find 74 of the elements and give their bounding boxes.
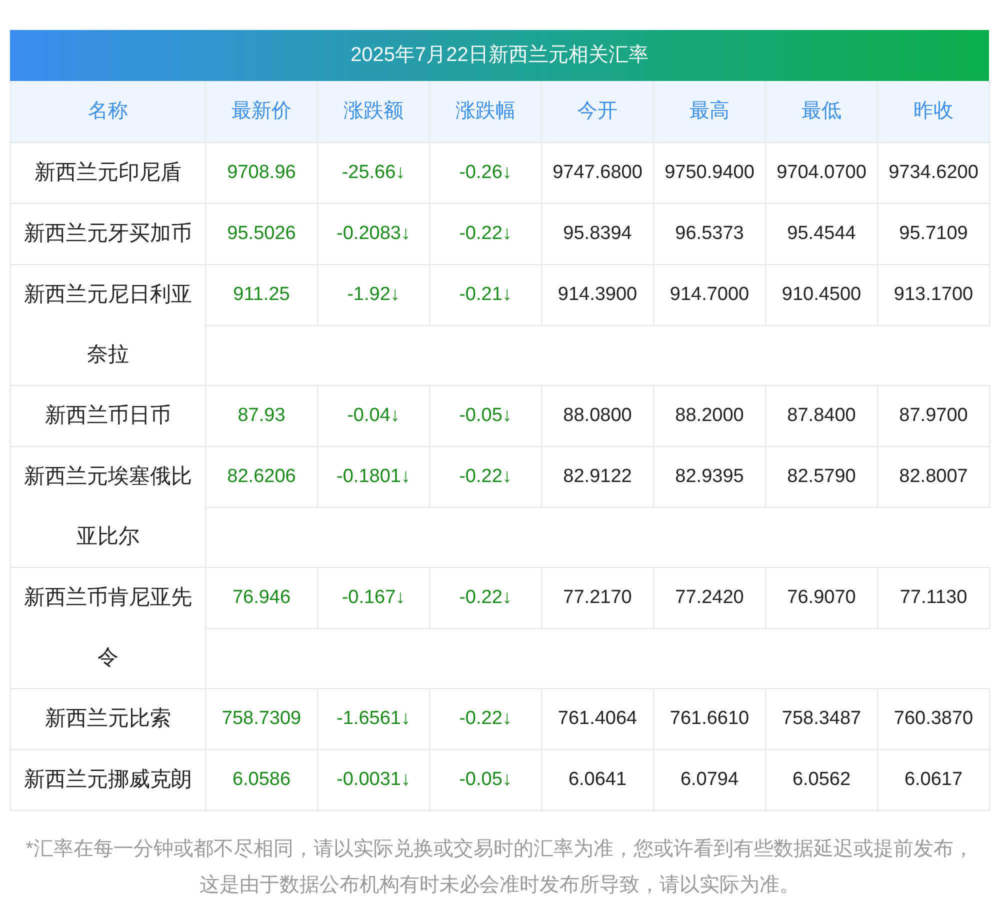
column-header: 最高 — [654, 81, 766, 143]
column-header: 名称 — [11, 81, 206, 143]
footnote: *汇率在每一分钟或都不尽相同，请以实际兑换或交易时的汇率为准，您或许看到有些数据延迟或提前发布，这是由于数据公布机构有时未必会准时发布所导致，请以实际为准。 — [24, 837, 974, 898]
column-header: 昨收 — [878, 81, 990, 143]
table-cell: 88.2000 — [654, 386, 766, 447]
table-cell: -1.92↓ — [318, 265, 430, 326]
table-cell: 6.0641 — [542, 750, 654, 811]
table-cell: 9750.9400 — [654, 143, 766, 204]
table-title: 2025年7月22日新西兰元相关汇率 — [10, 30, 989, 81]
table-cell: -0.22↓ — [430, 689, 542, 750]
table-cell: 910.4500 — [766, 265, 878, 326]
table-cell: -0.22↓ — [430, 447, 542, 508]
table-cell: -1.6561↓ — [318, 689, 430, 750]
table-cell: 913.1700 — [878, 265, 990, 326]
table-cell: 95.5026 — [206, 204, 318, 265]
table-cell: 911.25 — [206, 265, 318, 326]
table-cell: -0.05↓ — [430, 386, 542, 447]
table-cell: 新西兰元印尼盾 — [11, 143, 206, 204]
table-cell: -0.0031↓ — [318, 750, 430, 811]
table-cell: -0.22↓ — [430, 568, 542, 629]
table-cell: 6.0586 — [206, 750, 318, 811]
table-cell: 新西兰元牙买加币 — [11, 204, 206, 265]
table-cell: -0.1801↓ — [318, 447, 430, 508]
table-cell: 95.4544 — [766, 204, 878, 265]
table-cell: 82.5790 — [766, 447, 878, 508]
table-cell: 6.0562 — [766, 750, 878, 811]
table-cell: 758.7309 — [206, 689, 318, 750]
table-cell: 96.5373 — [654, 204, 766, 265]
table-cell: 新西兰元比索 — [11, 689, 206, 750]
table-cell: 914.7000 — [654, 265, 766, 326]
table-cell: -0.167↓ — [318, 568, 430, 629]
table-cell: 914.3900 — [542, 265, 654, 326]
table-cell: 76.946 — [206, 568, 318, 629]
table-cell: 82.8007 — [878, 447, 990, 508]
table-cell: 82.9395 — [654, 447, 766, 508]
table-cell: 6.0794 — [654, 750, 766, 811]
table-cell: 758.3487 — [766, 689, 878, 750]
table-cell: 95.8394 — [542, 204, 654, 265]
table-cell: 87.8400 — [766, 386, 878, 447]
table-cell: 新西兰币肯尼亚先令 — [11, 568, 206, 689]
column-header: 今开 — [542, 81, 654, 143]
table-cell: 82.6206 — [206, 447, 318, 508]
column-header: 最低 — [766, 81, 878, 143]
table-cell: 新西兰元尼日利亚奈拉 — [11, 265, 206, 386]
table-cell: -0.21↓ — [430, 265, 542, 326]
table-cell: 760.3870 — [878, 689, 990, 750]
table-cell: 77.1130 — [878, 568, 990, 629]
table-cell: -0.04↓ — [318, 386, 430, 447]
column-header: 涨跌幅 — [430, 81, 542, 143]
table-cell: 新西兰元埃塞俄比亚比尔 — [11, 447, 206, 568]
table-cell: 77.2420 — [654, 568, 766, 629]
table-cell: 9704.0700 — [766, 143, 878, 204]
table-cell: 82.9122 — [542, 447, 654, 508]
column-header: 最新价 — [206, 81, 318, 143]
table-cell: 761.4064 — [542, 689, 654, 750]
table-cell: 761.6610 — [654, 689, 766, 750]
table-cell: 88.0800 — [542, 386, 654, 447]
column-header: 涨跌额 — [318, 81, 430, 143]
table-cell: 87.9700 — [878, 386, 990, 447]
table-cell: 6.0617 — [878, 750, 989, 811]
table-cell: -0.22↓ — [430, 204, 542, 265]
table-cell: 9747.6800 — [542, 143, 654, 204]
table-cell: -0.2083↓ — [318, 204, 430, 265]
table-cell: 95.7109 — [878, 204, 990, 265]
table-cell: -0.26↓ — [430, 143, 542, 204]
table-cell: -25.66↓ — [318, 143, 430, 204]
table-cell: 76.9070 — [766, 568, 878, 629]
table-cell: 新西兰元挪威克朗 — [11, 750, 206, 811]
table-cell: 9708.96 — [206, 143, 318, 204]
table-cell: -0.05↓ — [430, 750, 542, 811]
table-cell: 新西兰币日币 — [11, 386, 206, 447]
table-cell: 77.2170 — [542, 568, 654, 629]
table-cell: 87.93 — [206, 386, 318, 447]
table-cell: 9734.6200 — [878, 143, 990, 204]
